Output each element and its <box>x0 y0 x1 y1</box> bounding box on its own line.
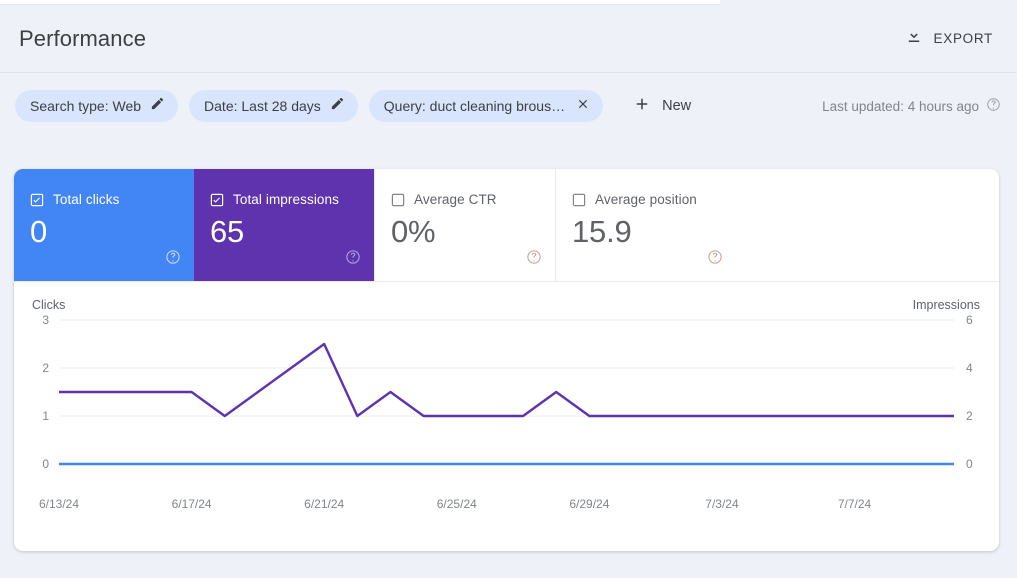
checkbox-unchecked-icon[interactable] <box>391 193 405 207</box>
svg-text:1: 1 <box>42 409 49 423</box>
metric-value: 15.9 <box>572 214 632 249</box>
last-updated-label: Last updated: 4 hours ago <box>822 98 979 114</box>
performance-chart[interactable]: Clicks Impressions 0 0 1 2 2 4 3 6 6/13/24 6/17/2… <box>14 282 999 550</box>
svg-text:2: 2 <box>966 409 973 423</box>
metric-header: Total clicks <box>30 192 178 207</box>
filter-chip-date[interactable]: Date: Last 28 days <box>189 90 358 122</box>
plus-icon <box>633 95 651 118</box>
filter-chip-label: Date: Last 28 days <box>204 98 321 114</box>
metric-label: Average position <box>595 192 697 207</box>
metric-card-total-impressions[interactable]: Total impressions 65 <box>194 169 374 281</box>
help-circle-icon[interactable] <box>986 97 1001 115</box>
svg-text:3: 3 <box>42 313 49 327</box>
filter-chip-label: Query: duct cleaning brous… <box>383 98 566 114</box>
filter-bar: Search type: Web Date: Last 28 days Quer… <box>0 74 1017 138</box>
metric-value: 0% <box>391 214 436 249</box>
metric-card-average-ctr[interactable]: Average CTR 0% <box>374 169 555 281</box>
filter-chip-search-type[interactable]: Search type: Web <box>15 90 179 122</box>
svg-text:6/21/24: 6/21/24 <box>304 497 344 511</box>
svg-text:6: 6 <box>966 313 973 327</box>
svg-text:6/13/24: 6/13/24 <box>39 497 79 511</box>
page-header: Performance EXPORT <box>0 5 1017 73</box>
svg-text:6/29/24: 6/29/24 <box>569 497 609 511</box>
pencil-icon[interactable] <box>150 96 165 116</box>
page-title: Performance <box>19 25 147 51</box>
checkbox-checked-icon[interactable] <box>30 193 44 207</box>
svg-text:6/25/24: 6/25/24 <box>437 497 477 511</box>
svg-text:6/17/24: 6/17/24 <box>172 497 212 511</box>
metric-value: 65 <box>210 214 245 249</box>
new-filter-label: New <box>662 98 692 114</box>
metric-header: Total impressions <box>210 192 358 207</box>
metric-label: Total impressions <box>233 192 339 207</box>
metric-label: Total clicks <box>53 192 120 207</box>
export-button[interactable]: EXPORT <box>901 21 997 56</box>
export-label: EXPORT <box>933 31 993 46</box>
help-circle-icon[interactable] <box>526 249 542 270</box>
metric-card-total-clicks[interactable]: Total clicks 0 <box>14 169 194 281</box>
filter-chip-label: Search type: Web <box>30 98 142 114</box>
svg-text:7/7/24: 7/7/24 <box>838 497 872 511</box>
close-icon[interactable] <box>576 97 590 116</box>
last-updated: Last updated: 4 hours ago <box>822 97 1001 115</box>
download-icon <box>905 27 923 50</box>
svg-text:0: 0 <box>42 457 49 471</box>
new-filter-button[interactable]: New <box>627 90 697 123</box>
svg-text:4: 4 <box>966 361 973 375</box>
svg-text:2: 2 <box>42 361 49 375</box>
checkbox-unchecked-icon[interactable] <box>572 193 586 207</box>
help-circle-icon[interactable] <box>707 249 723 270</box>
metric-card-average-position[interactable]: Average position 15.9 <box>555 169 736 281</box>
chart-canvas: 0 0 1 2 2 4 3 6 6/13/24 6/17/24 6/21/24 6/25/24 6/29… <box>39 313 973 511</box>
filter-chip-query[interactable]: Query: duct cleaning brous… <box>368 90 604 122</box>
metric-label: Average CTR <box>414 192 497 207</box>
svg-text:0: 0 <box>966 457 973 471</box>
svg-text:7/3/24: 7/3/24 <box>705 497 739 511</box>
help-circle-icon[interactable] <box>165 249 181 270</box>
metric-header: Average position <box>572 192 720 207</box>
pencil-icon[interactable] <box>330 96 345 116</box>
metric-value: 0 <box>30 214 48 249</box>
performance-panel: Total clicks 0 Total impressions 65 Aver… <box>14 169 999 551</box>
help-circle-icon[interactable] <box>345 249 361 270</box>
metric-cards: Total clicks 0 Total impressions 65 Aver… <box>14 169 999 282</box>
metric-header: Average CTR <box>391 192 539 207</box>
checkbox-checked-icon[interactable] <box>210 193 224 207</box>
